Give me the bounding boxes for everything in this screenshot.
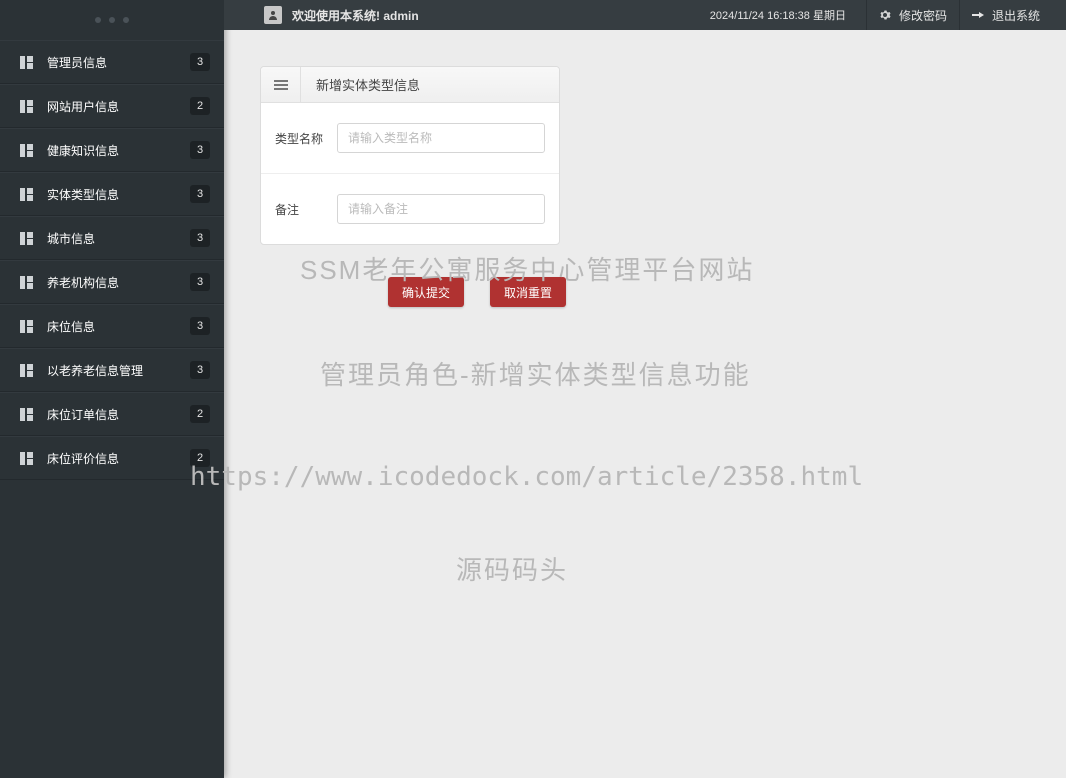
badge: 3	[190, 273, 210, 291]
change-password-button[interactable]: 修改密码	[866, 0, 959, 30]
sidebar-item-admin[interactable]: 管理员信息 3	[0, 40, 224, 84]
badge: 3	[190, 361, 210, 379]
remark-label: 备注	[275, 201, 337, 218]
remark-input[interactable]	[337, 194, 545, 224]
panel-head: 新增实体类型信息	[261, 67, 559, 103]
content: 新增实体类型信息 类型名称 备注 确认提交 取消重置	[224, 30, 1066, 778]
dot-icon	[95, 17, 101, 23]
avatar	[264, 6, 282, 24]
sidebar-item-label: 网站用户信息	[47, 98, 190, 115]
sidebar-item-label: 以老养老信息管理	[47, 362, 190, 379]
sidebar-item-label: 养老机构信息	[47, 274, 190, 291]
welcome-text: 欢迎使用本系统! admin	[292, 7, 710, 24]
badge: 3	[190, 317, 210, 335]
sidebar-item-bed-review[interactable]: 床位评价信息 2	[0, 436, 224, 480]
badge: 2	[190, 97, 210, 115]
sidebar-item-label: 管理员信息	[47, 54, 190, 71]
arrow-icon	[972, 10, 984, 20]
gear-icon	[879, 9, 891, 21]
sidebar-item-elder-care[interactable]: 以老养老信息管理 3	[0, 348, 224, 392]
badge: 2	[190, 449, 210, 467]
form-row-type-name: 类型名称	[261, 103, 559, 174]
grid-icon	[20, 188, 33, 201]
hamburger-icon[interactable]	[261, 67, 301, 102]
timestamp: 2024/11/24 16:18:38 星期日	[710, 7, 846, 23]
badge: 3	[190, 53, 210, 71]
grid-icon	[20, 276, 33, 289]
grid-icon	[20, 320, 33, 333]
sidebar-item-entity-type[interactable]: 实体类型信息 3	[0, 172, 224, 216]
logout-button[interactable]: 退出系统	[959, 0, 1052, 30]
form-panel: 新增实体类型信息 类型名称 备注	[260, 66, 560, 245]
sidebar-item-label: 城市信息	[47, 230, 190, 247]
sidebar-item-health[interactable]: 健康知识信息 3	[0, 128, 224, 172]
dot-icon	[109, 17, 115, 23]
badge: 3	[190, 141, 210, 159]
grid-icon	[20, 232, 33, 245]
sidebar-item-label: 床位订单信息	[47, 406, 190, 423]
panel-title: 新增实体类型信息	[301, 75, 420, 94]
topbar: 欢迎使用本系统! admin 2024/11/24 16:18:38 星期日 修…	[224, 0, 1066, 30]
sidebar-item-label: 健康知识信息	[47, 142, 190, 159]
change-password-label: 修改密码	[899, 7, 947, 24]
user-icon	[267, 9, 279, 21]
sidebar: 管理员信息 3 网站用户信息 2 健康知识信息 3 实体类型信息 3 城市信息 …	[0, 0, 224, 778]
logout-label: 退出系统	[992, 7, 1040, 24]
grid-icon	[20, 408, 33, 421]
sidebar-item-label: 床位评价信息	[47, 450, 190, 467]
form-row-remark: 备注	[261, 174, 559, 244]
button-row: 确认提交 取消重置	[260, 277, 1030, 307]
grid-icon	[20, 56, 33, 69]
sidebar-item-city[interactable]: 城市信息 3	[0, 216, 224, 260]
sidebar-item-label: 床位信息	[47, 318, 190, 335]
type-name-label: 类型名称	[275, 130, 337, 147]
submit-button[interactable]: 确认提交	[388, 277, 464, 307]
badge: 2	[190, 405, 210, 423]
dot-icon	[123, 17, 129, 23]
badge: 3	[190, 185, 210, 203]
sidebar-item-label: 实体类型信息	[47, 186, 190, 203]
badge: 3	[190, 229, 210, 247]
reset-button[interactable]: 取消重置	[490, 277, 566, 307]
type-name-input[interactable]	[337, 123, 545, 153]
sidebar-item-bed[interactable]: 床位信息 3	[0, 304, 224, 348]
sidebar-item-users[interactable]: 网站用户信息 2	[0, 84, 224, 128]
sidebar-item-bed-order[interactable]: 床位订单信息 2	[0, 392, 224, 436]
sidebar-item-care-org[interactable]: 养老机构信息 3	[0, 260, 224, 304]
grid-icon	[20, 452, 33, 465]
grid-icon	[20, 144, 33, 157]
grid-icon	[20, 100, 33, 113]
grid-icon	[20, 364, 33, 377]
sidebar-header	[0, 0, 224, 40]
